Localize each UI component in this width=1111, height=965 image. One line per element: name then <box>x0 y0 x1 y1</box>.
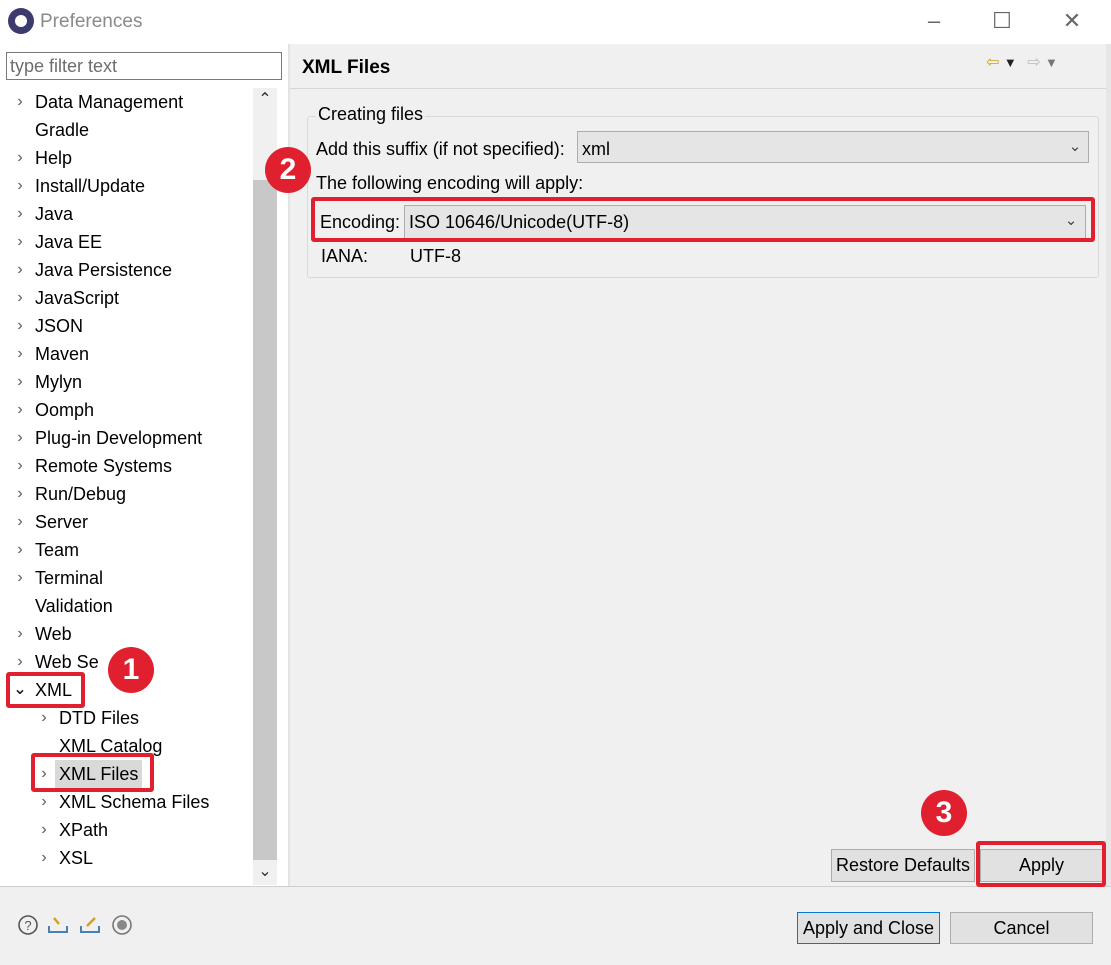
scroll-down-icon[interactable]: ⌄ <box>253 860 277 884</box>
apply-and-close-button[interactable]: Apply and Close <box>797 912 940 944</box>
cancel-button[interactable]: Cancel <box>950 912 1093 944</box>
tree-item-label: Terminal <box>35 568 104 588</box>
window-title: Preferences <box>40 11 143 32</box>
suffix-value: xml <box>582 139 610 159</box>
chevron-right-icon[interactable]: › <box>11 536 29 564</box>
chevron-right-icon[interactable]: › <box>11 564 29 592</box>
suffix-dropdown[interactable] <box>577 131 1089 163</box>
scrollbar-thumb[interactable] <box>253 180 277 860</box>
chevron-right-icon[interactable]: › <box>11 284 29 312</box>
footer-separator <box>0 886 1111 887</box>
chevron-right-icon[interactable]: › <box>35 788 53 816</box>
tree-item-label: JSON <box>35 316 84 336</box>
tree-item-label: XML Schema Files <box>59 792 210 812</box>
chevron-right-icon[interactable]: › <box>11 256 29 284</box>
filter-input[interactable] <box>6 52 282 80</box>
eclipse-app-icon <box>8 8 34 34</box>
minimize-button[interactable]: – <box>914 6 954 36</box>
chevron-right-icon[interactable]: › <box>11 144 29 172</box>
chevron-right-icon[interactable]: › <box>11 312 29 340</box>
svg-text:?: ? <box>24 918 31 933</box>
suffix-label: Add this suffix (if not specified): <box>316 139 565 159</box>
tree-item-label: Gradle <box>35 120 90 140</box>
chevron-right-icon[interactable]: › <box>11 340 29 368</box>
tree-item-label: Team <box>35 540 80 560</box>
tree-item-label: Java EE <box>35 232 103 252</box>
encoding-note: The following encoding will apply: <box>316 173 584 193</box>
chevron-right-icon[interactable]: › <box>11 172 29 200</box>
tree-item-label: Plug-in Development <box>35 428 203 448</box>
tree-item-label: Server <box>35 512 89 532</box>
chevron-right-icon[interactable]: › <box>35 816 53 844</box>
title-separator <box>290 88 1111 89</box>
step-badge-3: 3 <box>921 790 967 836</box>
oomph-icon[interactable] <box>110 914 134 938</box>
tree-item-label: Install/Update <box>35 176 146 196</box>
back-dropdown-icon[interactable]: ▼ <box>1004 55 1017 70</box>
import-icon[interactable] <box>46 914 70 938</box>
step-badge-2: 2 <box>265 147 311 193</box>
step-badge-1: 1 <box>108 647 154 693</box>
chevron-right-icon[interactable]: › <box>11 424 29 452</box>
tree-item-label: Web <box>35 624 72 644</box>
iana-value: UTF-8 <box>410 246 461 266</box>
tree-item-label: Maven <box>35 344 90 364</box>
chevron-down-icon[interactable]: ⌄ <box>1063 132 1087 162</box>
tree-item-label: Java Persistence <box>35 260 173 280</box>
tree-item-label: Mylyn <box>35 372 83 392</box>
chevron-right-icon[interactable]: › <box>11 620 29 648</box>
chevron-right-icon[interactable]: › <box>11 480 29 508</box>
tree-item-label: Java <box>35 204 74 224</box>
page-title: XML Files <box>302 57 391 78</box>
close-button[interactable]: ✕ <box>1052 6 1092 36</box>
tree-item-label: DTD Files <box>59 708 139 728</box>
chevron-right-icon[interactable]: › <box>11 88 29 116</box>
tree-item-label: Validation <box>35 596 113 616</box>
right-border <box>1106 44 1111 886</box>
highlight-xml-files <box>31 753 154 792</box>
chevron-right-icon[interactable]: › <box>11 228 29 256</box>
back-arrow-icon[interactable]: ⇦ <box>986 54 999 71</box>
highlight-apply <box>976 841 1106 887</box>
chevron-right-icon[interactable]: › <box>11 396 29 424</box>
forward-dropdown-icon[interactable]: ▼ <box>1045 55 1058 70</box>
restore-defaults-button[interactable]: Restore Defaults <box>831 849 975 882</box>
group-label: Creating files <box>316 104 426 125</box>
maximize-button[interactable]: ☐ <box>982 6 1022 36</box>
chevron-right-icon[interactable]: › <box>35 844 53 872</box>
forward-arrow-icon[interactable]: ⇨ <box>1027 54 1040 71</box>
tree-item-label: Help <box>35 148 73 168</box>
help-icon[interactable]: ? <box>16 914 40 938</box>
iana-label: IANA: <box>321 246 369 266</box>
export-icon[interactable] <box>78 914 102 938</box>
highlight-encoding <box>311 197 1095 242</box>
chevron-right-icon[interactable]: › <box>11 200 29 228</box>
highlight-xml <box>6 672 85 708</box>
tree-item-label: Oomph <box>35 400 95 420</box>
tree-item-label: XSL <box>59 848 94 868</box>
chevron-right-icon[interactable]: › <box>11 452 29 480</box>
tree-item-label: JavaScript <box>35 288 120 308</box>
chevron-right-icon[interactable]: › <box>11 368 29 396</box>
history-navigation[interactable]: ⇦ ▼ ⇨ ▼ <box>986 52 1058 72</box>
tree-item-label: Data Management <box>35 92 184 112</box>
tree-item-label: Remote Systems <box>35 456 173 476</box>
chevron-right-icon[interactable]: › <box>11 508 29 536</box>
tree-item-label: XPath <box>59 820 109 840</box>
chevron-right-icon[interactable]: › <box>35 704 53 732</box>
tree-item-label: Run/Debug <box>35 484 127 504</box>
scroll-up-icon[interactable]: ⌃ <box>253 88 277 112</box>
